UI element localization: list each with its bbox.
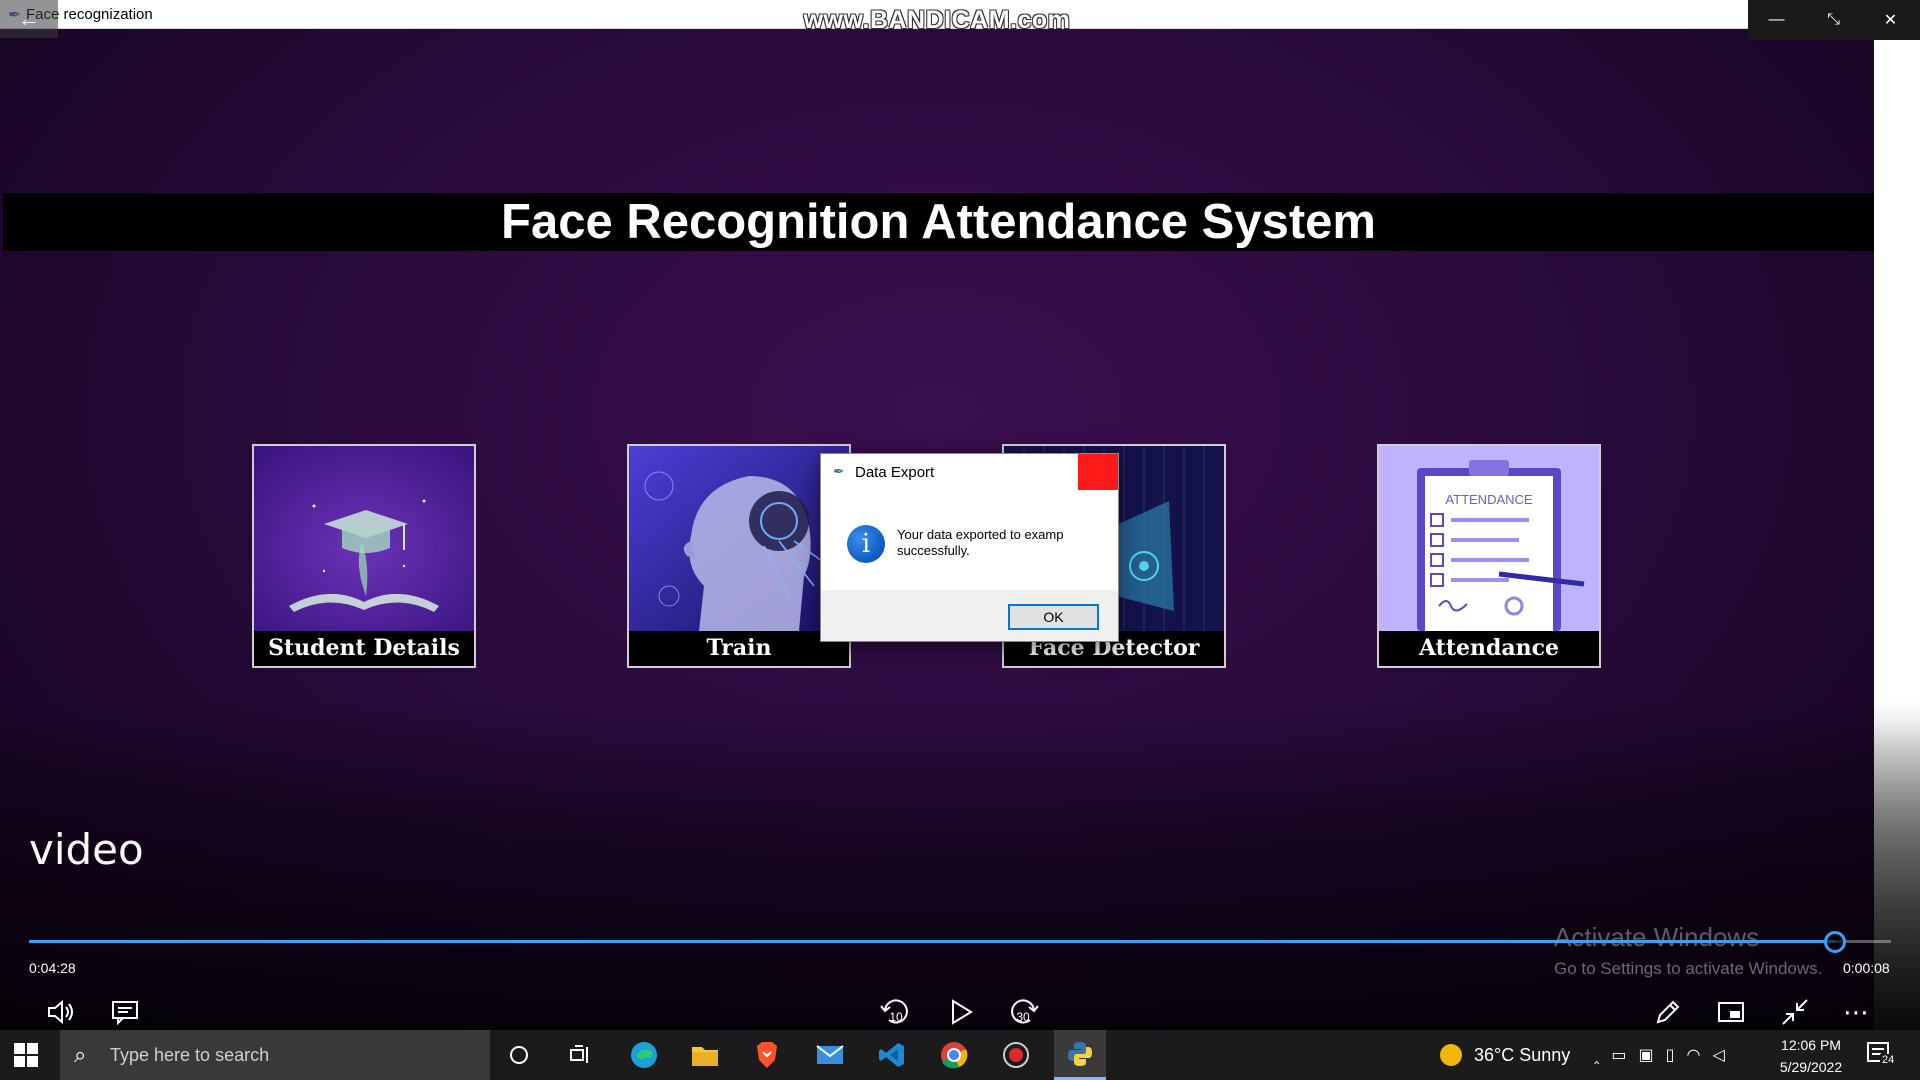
play-icon[interactable] xyxy=(944,995,978,1029)
activate-windows-title: Activate Windows xyxy=(1554,922,1760,952)
taskbar: ⌕ Type here to search 36°C Sunny ‸ ▭ ▣ ▯… xyxy=(0,1030,1920,1080)
sun-icon xyxy=(1440,1044,1462,1066)
video-title: video xyxy=(29,825,144,874)
chrome-icon[interactable] xyxy=(928,1030,980,1080)
mail-icon[interactable] xyxy=(804,1030,856,1080)
close-icon[interactable]: ✕ xyxy=(1862,0,1919,40)
activate-windows-subtitle: Go to Settings to activate Windows. xyxy=(1554,959,1823,978)
attendance-label: Attendance xyxy=(1379,631,1599,666)
skip-forward-seconds: 30 xyxy=(1016,1010,1030,1024)
speaker-icon[interactable]: ◁ xyxy=(1712,1045,1724,1065)
graduation-book-image xyxy=(254,446,474,631)
search-icon: ⌕ xyxy=(74,1042,87,1067)
file-explorer-icon[interactable] xyxy=(679,1030,731,1080)
notification-count: 24 xyxy=(1880,1054,1897,1066)
attendance-button[interactable]: ATTENDANCE Attendance xyxy=(1377,444,1601,668)
seek-bar-fill xyxy=(29,940,1836,943)
ok-button[interactable]: OK xyxy=(1008,604,1099,630)
train-button[interactable]: Train xyxy=(627,444,851,668)
python-app-icon[interactable] xyxy=(1054,1030,1106,1080)
info-icon: i xyxy=(847,525,885,563)
taskbar-clock[interactable]: 12:06 PM 5/29/2022 xyxy=(1776,1034,1846,1078)
dialog-footer: OK xyxy=(821,590,1118,641)
device-icon[interactable]: ▣ xyxy=(1639,1045,1654,1065)
train-label: Train xyxy=(629,631,849,666)
volume-icon[interactable] xyxy=(44,995,78,1029)
clock-date: 5/29/2022 xyxy=(1779,1059,1843,1075)
weather-widget[interactable]: 36°C Sunny xyxy=(1440,1030,1570,1080)
recorder-watermark: www.BANDICAM.com xyxy=(803,6,1071,34)
skip-back-button[interactable]: 10 xyxy=(878,995,914,1029)
clock-time: 12:06 PM xyxy=(1781,1037,1841,1053)
notification-center-icon[interactable]: 24 xyxy=(1866,1040,1897,1068)
microphone-icon[interactable]: ▯ xyxy=(1666,1045,1675,1065)
dialog-titlebar: ✒ Data Export xyxy=(821,454,1118,490)
exit-fullscreen-icon[interactable] xyxy=(1778,995,1812,1029)
restore-icon[interactable]: ⤡ xyxy=(1805,0,1862,40)
elapsed-time: 0:04:28 xyxy=(29,960,76,976)
skip-forward-button[interactable]: 30 xyxy=(1005,995,1041,1029)
bandicam-record-icon[interactable] xyxy=(990,1030,1042,1080)
windows-start-icon[interactable] xyxy=(14,1043,38,1067)
seek-thumb[interactable] xyxy=(1824,931,1847,953)
battery-icon[interactable]: ▭ xyxy=(1611,1045,1626,1065)
tray-icons: ‸ ▭ ▣ ▯ ◠ ◁ xyxy=(1594,1030,1725,1080)
mini-view-icon[interactable] xyxy=(1714,995,1748,1029)
chevron-up-icon[interactable]: ‸ xyxy=(1594,1045,1599,1065)
more-options-icon[interactable]: ⋯ xyxy=(1840,995,1874,1029)
weather-text: 36°C Sunny xyxy=(1474,1044,1571,1065)
task-view-icon[interactable] xyxy=(555,1030,607,1080)
dialog-body: i Your data exported to examp successful… xyxy=(821,490,1118,590)
wifi-icon[interactable]: ◠ xyxy=(1686,1045,1700,1065)
captions-icon[interactable] xyxy=(108,995,142,1029)
dialog-close-button[interactable] xyxy=(1078,454,1118,490)
window-controls: — ⤡ ✕ xyxy=(1748,0,1920,40)
attendance-clipboard-image: ATTENDANCE xyxy=(1379,446,1599,631)
vscode-icon[interactable] xyxy=(866,1030,918,1080)
feather-icon: ✒ xyxy=(833,463,845,479)
app-title-banner: Face Recognition Attendance System xyxy=(3,193,1874,251)
edge-browser-icon[interactable] xyxy=(618,1030,670,1080)
brave-browser-icon[interactable] xyxy=(741,1030,793,1080)
data-export-dialog: ✒ Data Export i Your data exported to ex… xyxy=(820,453,1119,642)
pencil-icon[interactable] xyxy=(1651,995,1685,1029)
ai-head-image xyxy=(629,446,849,631)
dialog-title: Data Export xyxy=(855,464,935,481)
skip-back-seconds: 10 xyxy=(889,1010,903,1024)
minimize-icon[interactable]: — xyxy=(1748,0,1805,40)
attendance-sheet-text: ATTENDANCE xyxy=(1445,492,1532,507)
player-overlay xyxy=(0,700,1920,1030)
search-placeholder: Type here to search xyxy=(110,1045,270,1065)
dialog-message: Your data exported to examp successfully… xyxy=(897,527,1064,558)
student-details-button[interactable]: Student Details xyxy=(252,444,476,668)
seek-bar[interactable] xyxy=(29,931,1891,953)
student-details-label: Student Details xyxy=(254,631,474,666)
taskbar-search-box[interactable]: ⌕ Type here to search xyxy=(60,1030,490,1080)
cortana-icon[interactable] xyxy=(493,1030,545,1080)
remaining-time: 0:00:08 xyxy=(1843,960,1890,976)
